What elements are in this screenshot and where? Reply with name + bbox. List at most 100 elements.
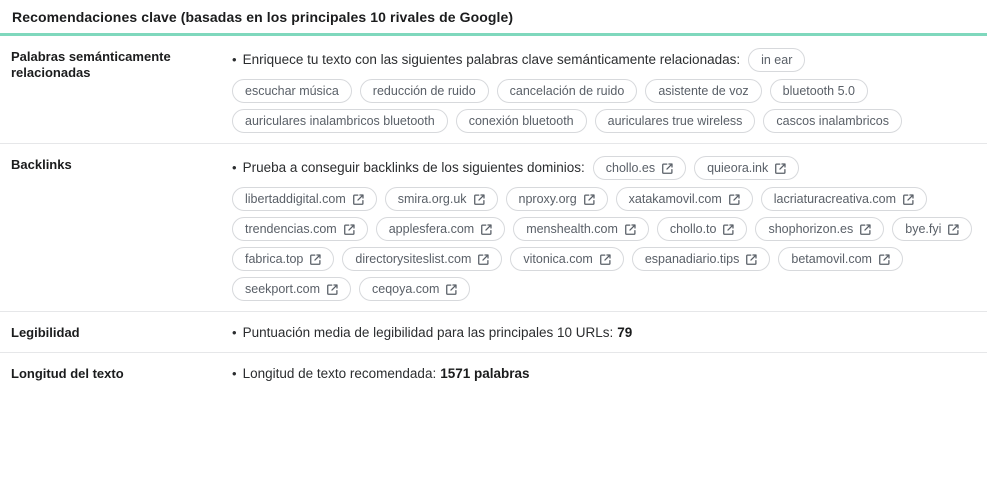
backlink-domain-label: seekport.com (245, 281, 321, 296)
backlink-domain-label: lacriaturacreativa.com (773, 191, 897, 206)
readability-bullet-line: • Puntuación media de legibilidad para l… (232, 324, 977, 342)
semantic-bullet-line: • Enriquece tu texto con las siguientes … (232, 51, 740, 69)
external-link-icon (478, 253, 490, 265)
readability-score-value: 79 (617, 325, 633, 340)
external-link-icon (583, 193, 595, 205)
external-link-icon (310, 253, 322, 265)
backlinks-bullet-text: Prueba a conseguir backlinks de los sigu… (242, 160, 585, 175)
keyword-chip[interactable]: escuchar música (232, 79, 352, 103)
keyword-chip[interactable]: bluetooth 5.0 (769, 79, 868, 103)
row-semantic-keywords: Palabras semánticamente relacionadas • E… (0, 36, 987, 144)
backlinks-first-line: • Prueba a conseguir backlinks de los si… (232, 156, 977, 180)
text-length-bullet-text: Longitud de texto recomendada: (242, 366, 437, 381)
keyword-chip-label: bluetooth 5.0 (782, 83, 855, 98)
backlink-domain-chip[interactable]: trendencias.com (232, 217, 368, 241)
semantic-keyword-chip-list: escuchar música reducción de ruido cance… (232, 79, 977, 133)
bullet-dot-icon: • (232, 366, 237, 381)
external-link-icon (446, 283, 458, 295)
row-text-length: Longitud del texto • Longitud de texto r… (0, 353, 987, 393)
external-link-icon (860, 223, 871, 235)
backlink-domain-label: chollo.to (669, 221, 717, 236)
row-backlinks: Backlinks • Prueba a conseguir backlinks… (0, 144, 987, 312)
backlink-domain-label: bye.fyi (905, 221, 942, 236)
keyword-chip[interactable]: asistente de voz (645, 79, 762, 103)
backlink-domain-chip-list: libertaddigital.com smira.org.uk nproxy.… (232, 187, 977, 301)
keyword-chip[interactable]: auriculares inalambricos bluetooth (232, 109, 448, 133)
panel-header: Recomendaciones clave (basadas en los pr… (0, 0, 987, 33)
backlink-domain-chip[interactable]: applesfera.com (375, 217, 506, 241)
keyword-chip-label: reducción de ruido (372, 83, 476, 98)
keyword-chip-label: escuchar música (245, 83, 339, 98)
external-link-icon (662, 162, 673, 174)
backlink-domain-chip[interactable]: quieora.ink (694, 156, 800, 180)
keyword-chip-label: auriculares true wireless (607, 113, 743, 128)
backlink-domain-label: vitonica.com (523, 251, 593, 266)
keyword-chip-label: cancelación de ruido (509, 83, 625, 98)
keyword-chip-label: auriculares inalambricos bluetooth (245, 113, 435, 128)
backlink-domain-label: libertaddigital.com (245, 191, 346, 206)
row-content-text-length: • Longitud de texto recomendada: 1571 pa… (232, 365, 987, 383)
backlink-domain-label: nproxy.org (518, 191, 577, 206)
backlink-domain-chip[interactable]: espanadiario.tips (631, 247, 771, 271)
backlink-domain-label: chollo.es (605, 160, 656, 175)
bullet-dot-icon: • (232, 325, 237, 340)
backlink-domain-chip[interactable]: seekport.com (232, 277, 352, 301)
keyword-chip[interactable]: conexión bluetooth (455, 109, 587, 133)
backlink-domain-chip[interactable]: libertaddigital.com (232, 187, 377, 211)
row-readability: Legibilidad • Puntuación media de legibi… (0, 312, 987, 353)
backlink-domain-label: menshealth.com (526, 221, 618, 236)
backlink-domain-chip[interactable]: chollo.es (592, 156, 687, 180)
keyword-chip-label: cascos inalambricos (776, 113, 889, 128)
keyword-chip[interactable]: cascos inalambricos (763, 109, 902, 133)
keyword-chip[interactable]: cancelación de ruido (496, 79, 638, 103)
external-link-icon (728, 193, 740, 205)
page-title: Recomendaciones clave (basadas en los pr… (12, 8, 514, 25)
backlink-domain-chip[interactable]: fabrica.top (232, 247, 335, 271)
external-link-icon (746, 253, 758, 265)
row-content-backlinks: • Prueba a conseguir backlinks de los si… (232, 156, 987, 301)
bullet-dot-icon: • (232, 52, 237, 67)
recommendation-rows: Palabras semánticamente relacionadas • E… (0, 36, 987, 501)
external-link-icon (473, 193, 485, 205)
text-length-value: 1571 palabras (440, 366, 530, 381)
backlink-domain-chip[interactable]: directorysiteslist.com (342, 247, 503, 271)
external-link-icon (327, 283, 338, 295)
text-length-bullet-line: • Longitud de texto recomendada: 1571 pa… (232, 365, 977, 383)
backlink-domain-chip[interactable]: menshealth.com (513, 217, 649, 241)
backlink-domain-label: directorysiteslist.com (355, 251, 472, 266)
row-content-readability: • Puntuación media de legibilidad para l… (232, 324, 987, 342)
backlink-domain-chip[interactable]: ceqoya.com (359, 277, 471, 301)
backlink-domain-chip[interactable]: vitonica.com (510, 247, 624, 271)
backlink-domain-label: xatakamovil.com (628, 191, 722, 206)
row-label-backlinks: Backlinks (11, 157, 72, 172)
keyword-chip[interactable]: auriculares true wireless (594, 109, 756, 133)
external-link-icon (723, 223, 735, 235)
backlink-domain-label: espanadiario.tips (644, 251, 740, 266)
backlink-domain-label: ceqoya.com (372, 281, 440, 296)
backlinks-bullet-line: • Prueba a conseguir backlinks de los si… (232, 159, 585, 177)
row-label-semantic-keywords: Palabras semánticamente relacionadas (11, 49, 171, 80)
keyword-chip-label: in ear (761, 52, 793, 67)
external-link-icon (352, 193, 364, 205)
backlink-domain-chip[interactable]: shophorizon.es (755, 217, 885, 241)
backlink-domain-label: betamovil.com (791, 251, 872, 266)
backlink-domain-chip[interactable]: bye.fyi (892, 217, 973, 241)
row-content-semantic-keywords: • Enriquece tu texto con las siguientes … (232, 48, 987, 133)
keyword-chip[interactable]: reducción de ruido (359, 79, 489, 103)
backlink-domain-chip[interactable]: lacriaturacreativa.com (760, 187, 928, 211)
backlink-domain-chip[interactable]: chollo.to (656, 217, 748, 241)
backlink-domain-chip[interactable]: nproxy.org (505, 187, 608, 211)
backlink-domain-chip[interactable]: xatakamovil.com (615, 187, 753, 211)
external-link-icon (879, 253, 890, 265)
backlink-domain-label: applesfera.com (388, 221, 475, 236)
row-label-readability: Legibilidad (11, 325, 80, 340)
semantic-first-line: • Enriquece tu texto con las siguientes … (232, 48, 977, 72)
row-label-text-length: Longitud del texto (11, 366, 124, 381)
external-link-icon (624, 223, 636, 235)
backlink-domain-chip[interactable]: smira.org.uk (384, 187, 498, 211)
keyword-chip[interactable]: in ear (748, 48, 806, 72)
backlink-domain-label: fabrica.top (245, 251, 304, 266)
backlink-domain-chip[interactable]: betamovil.com (778, 247, 903, 271)
external-link-icon (948, 223, 960, 235)
external-link-icon (775, 162, 786, 174)
